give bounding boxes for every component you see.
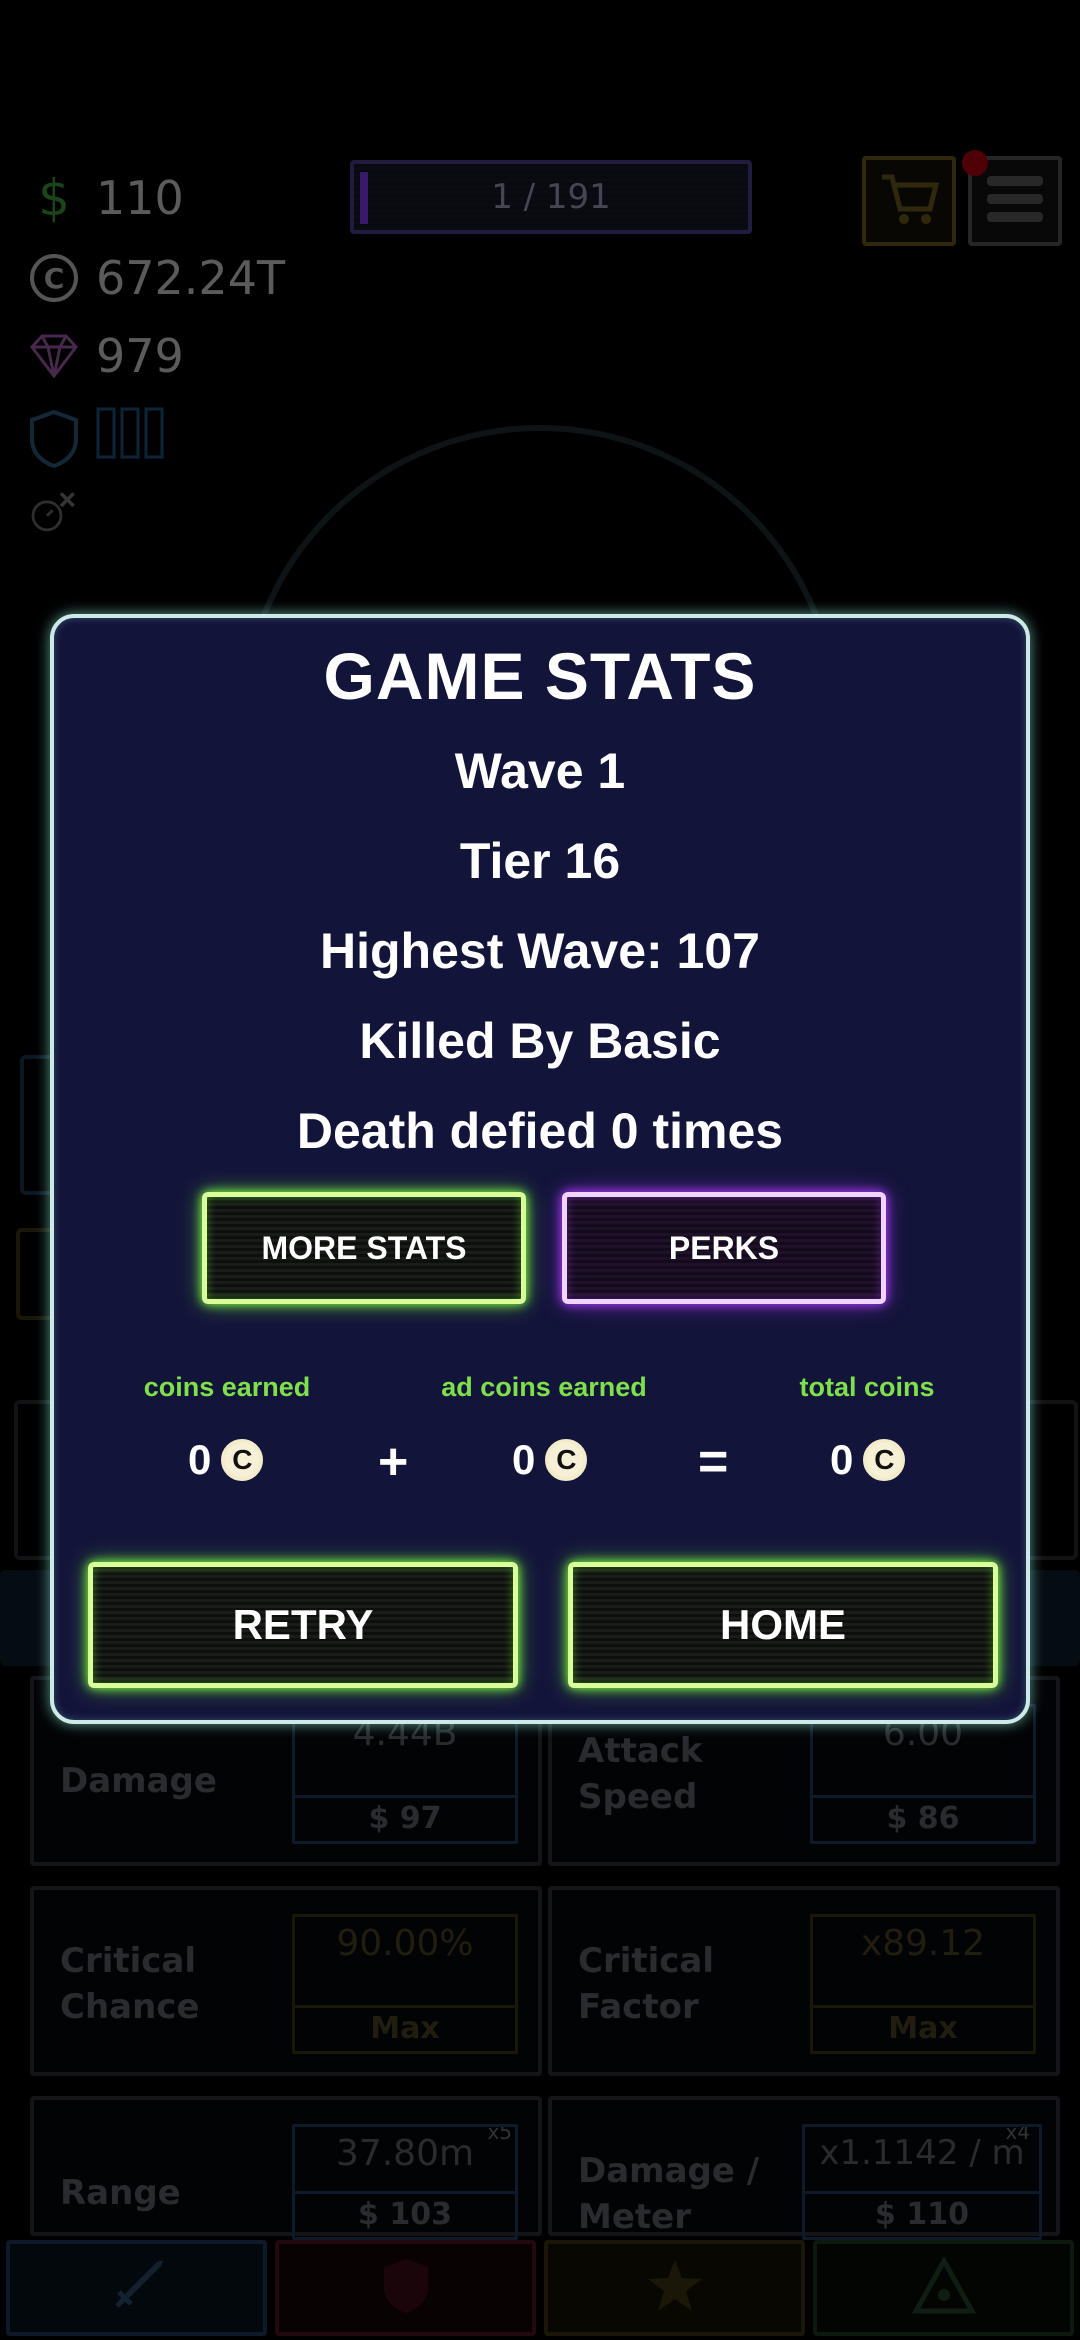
upgrade-buy-button[interactable]: x89.12 Max	[810, 1914, 1036, 2054]
tier-stat: Tier 16	[459, 833, 621, 889]
stopwatch-icon	[26, 485, 82, 541]
tab-ultimate[interactable]	[813, 2240, 1074, 2336]
gem-icon	[26, 328, 82, 384]
ad-coins-amount: 0	[512, 1436, 536, 1483]
total-coins-label: total coins	[799, 1372, 935, 1402]
cash-value: 110	[96, 171, 184, 225]
perks-button[interactable]: PERKS	[562, 1192, 886, 1304]
upgrade-label: Critical Chance	[60, 1941, 200, 2027]
game-stats-dialog: GAME STATS Wave 1 Tier 16 Highest Wave: …	[50, 614, 1030, 1724]
upgrade-card[interactable]: Critical Factor x89.12 Max	[548, 1886, 1060, 2076]
dollar-icon: $	[38, 169, 70, 227]
coins-earned-label: coins earned	[143, 1372, 311, 1402]
coin-icon: C	[221, 1439, 264, 1481]
upgrade-value: 37.80m	[335, 2133, 475, 2174]
upgrade-cost: $ 86	[813, 1795, 1033, 1841]
hamburger-icon	[985, 172, 1045, 230]
upgrade-card[interactable]: Damage / Meter x4 x1.1142 / m $ 110	[548, 2096, 1060, 2240]
highest-wave-stat: Highest Wave: 107	[320, 923, 760, 979]
upgrade-label: Damage / Meter	[578, 2151, 760, 2237]
total-coins-amount: 0	[830, 1436, 854, 1483]
killed-by-stat: Killed By Basic	[359, 1013, 721, 1069]
gem-counter: 979	[26, 328, 184, 384]
gem-value: 979	[96, 329, 184, 383]
tab-defense[interactable]	[275, 2240, 536, 2336]
svg-text:C: C	[44, 262, 65, 295]
upgrade-buy-button[interactable]: 90.00% Max	[292, 1914, 518, 2054]
pyramid-eye-icon	[911, 2255, 976, 2319]
ad-coins-earned-value: 0 C	[512, 1436, 588, 1484]
coin-icon: C	[863, 1439, 906, 1481]
notification-dot	[962, 150, 988, 176]
wave-progress-bar: 1 / 191	[350, 160, 752, 234]
coin-value: 672.24T	[96, 251, 286, 305]
dialog-title: GAME STATS	[323, 639, 757, 713]
upgrade-value: 90.00%	[336, 1923, 474, 1964]
total-coins-value: 0 C	[830, 1436, 906, 1484]
more-stats-button[interactable]: MORE STATS	[202, 1192, 526, 1304]
plus-sign: +	[378, 1433, 409, 1491]
speed-toggle[interactable]	[26, 485, 82, 541]
death-defied-stat: Death defied 0 times	[296, 1103, 784, 1159]
sword-icon	[107, 2256, 167, 2320]
equals-sign: =	[698, 1433, 729, 1491]
star-icon	[645, 2257, 705, 2319]
coin-icon: C	[545, 1439, 588, 1481]
wave-stat: Wave 1	[454, 743, 626, 799]
shield-icon	[26, 409, 82, 468]
upgrade-card[interactable]: Range x5 37.80m $ 103	[30, 2096, 542, 2240]
coin-counter: C 672.24T	[26, 250, 285, 306]
bottom-tab-bar	[0, 2240, 1080, 2340]
upgrade-card[interactable]: Critical Chance 90.00% Max	[30, 1886, 542, 2076]
cart-icon	[878, 171, 940, 231]
home-button[interactable]: HOME	[568, 1562, 998, 1688]
tab-attack[interactable]	[6, 2240, 267, 2336]
shield-tab-icon	[380, 2256, 432, 2320]
upgrade-cost: $ 97	[295, 1795, 515, 1841]
upgrade-cost: Max	[813, 2005, 1033, 2051]
shop-button[interactable]	[862, 156, 956, 246]
upgrade-buy-button[interactable]: 4.44B $ 97	[292, 1704, 518, 1844]
upgrade-buy-button[interactable]: 37.80m $ 103	[292, 2124, 518, 2240]
upgrade-label: Range	[60, 2173, 181, 2213]
coin-icon: C	[26, 250, 82, 306]
upgrade-label: Damage	[60, 1761, 217, 1801]
upgrade-cost: Max	[295, 2005, 515, 2051]
upgrade-cost: $ 110	[805, 2191, 1039, 2237]
shield-bars-icon	[96, 405, 166, 472]
tab-utility[interactable]	[544, 2240, 805, 2336]
upgrade-label: Attack Speed	[578, 1731, 703, 1817]
coins-earned-amount: 0	[188, 1436, 212, 1483]
cash-counter: $ 110	[26, 169, 184, 227]
upgrade-buy-button[interactable]: 6.00 $ 86	[810, 1704, 1036, 1844]
ad-coins-earned-label: ad coins earned	[441, 1372, 647, 1402]
upgrade-buy-button[interactable]: x1.1142 / m $ 110	[802, 2124, 1042, 2240]
wave-progress-label: 1 / 191	[491, 177, 611, 217]
upgrade-value: x89.12	[860, 1923, 986, 1964]
wave-progress-fill	[360, 172, 368, 224]
shield-status	[26, 405, 166, 472]
upgrade-value: x1.1142 / m	[819, 2133, 1025, 2173]
retry-button[interactable]: RETRY	[88, 1562, 518, 1688]
upgrade-label: Critical Factor	[578, 1941, 715, 2027]
coins-earned-value: 0 C	[188, 1436, 264, 1484]
upgrade-cost: $ 103	[295, 2191, 515, 2237]
